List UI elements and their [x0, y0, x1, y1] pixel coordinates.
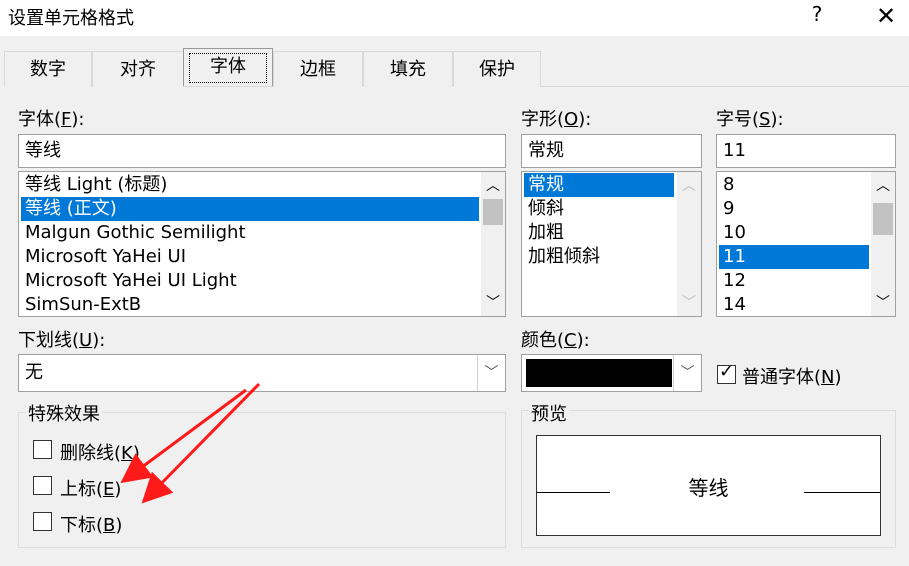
- arrow-icon: [120, 388, 247, 484]
- tab-font[interactable]: 字体: [183, 48, 273, 86]
- arrow-icon: [141, 382, 261, 504]
- annotation-arrows: [120, 382, 261, 504]
- tab-label: 字体: [188, 52, 268, 84]
